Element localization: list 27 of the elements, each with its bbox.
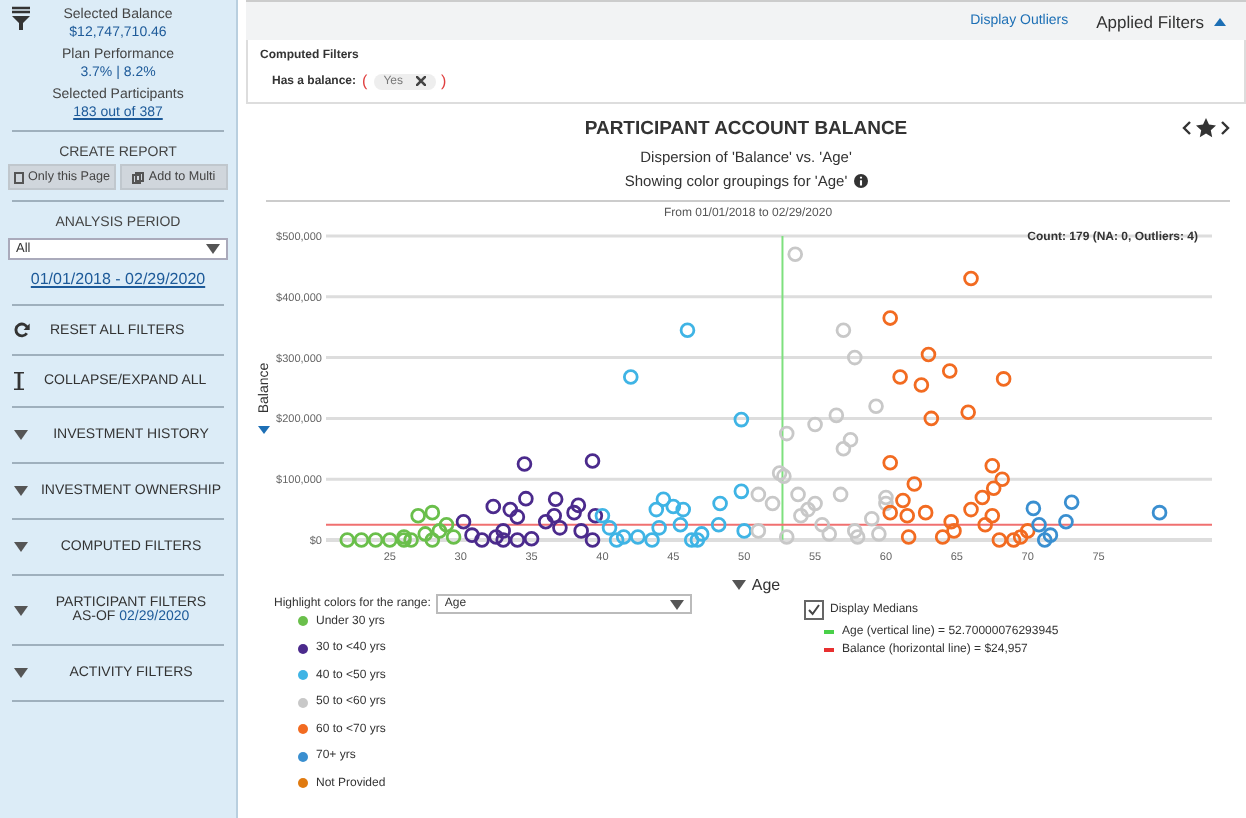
chart-title: PARTICIPANT ACCOUNT BALANCE <box>584 118 908 140</box>
parenthesis: ( <box>362 72 368 90</box>
close-icon[interactable] <box>415 76 425 86</box>
chevron-down-icon <box>206 244 220 254</box>
applied-filters-toggle[interactable]: Applied Filters <box>1096 11 1226 31</box>
caret-down-icon <box>14 486 28 496</box>
star-icon[interactable] <box>1196 118 1216 138</box>
info-icon[interactable] <box>853 174 868 188</box>
page-icon <box>14 171 25 183</box>
copy-icon <box>132 171 145 183</box>
caret-down-icon <box>14 605 28 615</box>
expand-collapse-icon <box>14 372 24 390</box>
date-range-link[interactable]: 01/01/2018 - 02/29/2020 <box>8 270 228 288</box>
caret-up-icon <box>1214 17 1226 25</box>
caret-down-icon <box>14 542 28 552</box>
chevron-right-icon[interactable] <box>1220 120 1230 136</box>
parenthesis: ) <box>441 72 447 90</box>
x-axis-label: Age <box>751 576 781 594</box>
caret-down-icon <box>14 668 28 678</box>
chevron-left-icon[interactable] <box>1182 120 1192 136</box>
caret-down-icon <box>14 430 28 440</box>
chevron-down-icon <box>670 599 685 609</box>
caret-down-icon <box>258 426 270 434</box>
refresh-icon <box>14 322 30 338</box>
checkbox[interactable] <box>804 600 824 620</box>
caret-down-icon <box>731 580 746 590</box>
filter-icon[interactable] <box>12 6 30 30</box>
